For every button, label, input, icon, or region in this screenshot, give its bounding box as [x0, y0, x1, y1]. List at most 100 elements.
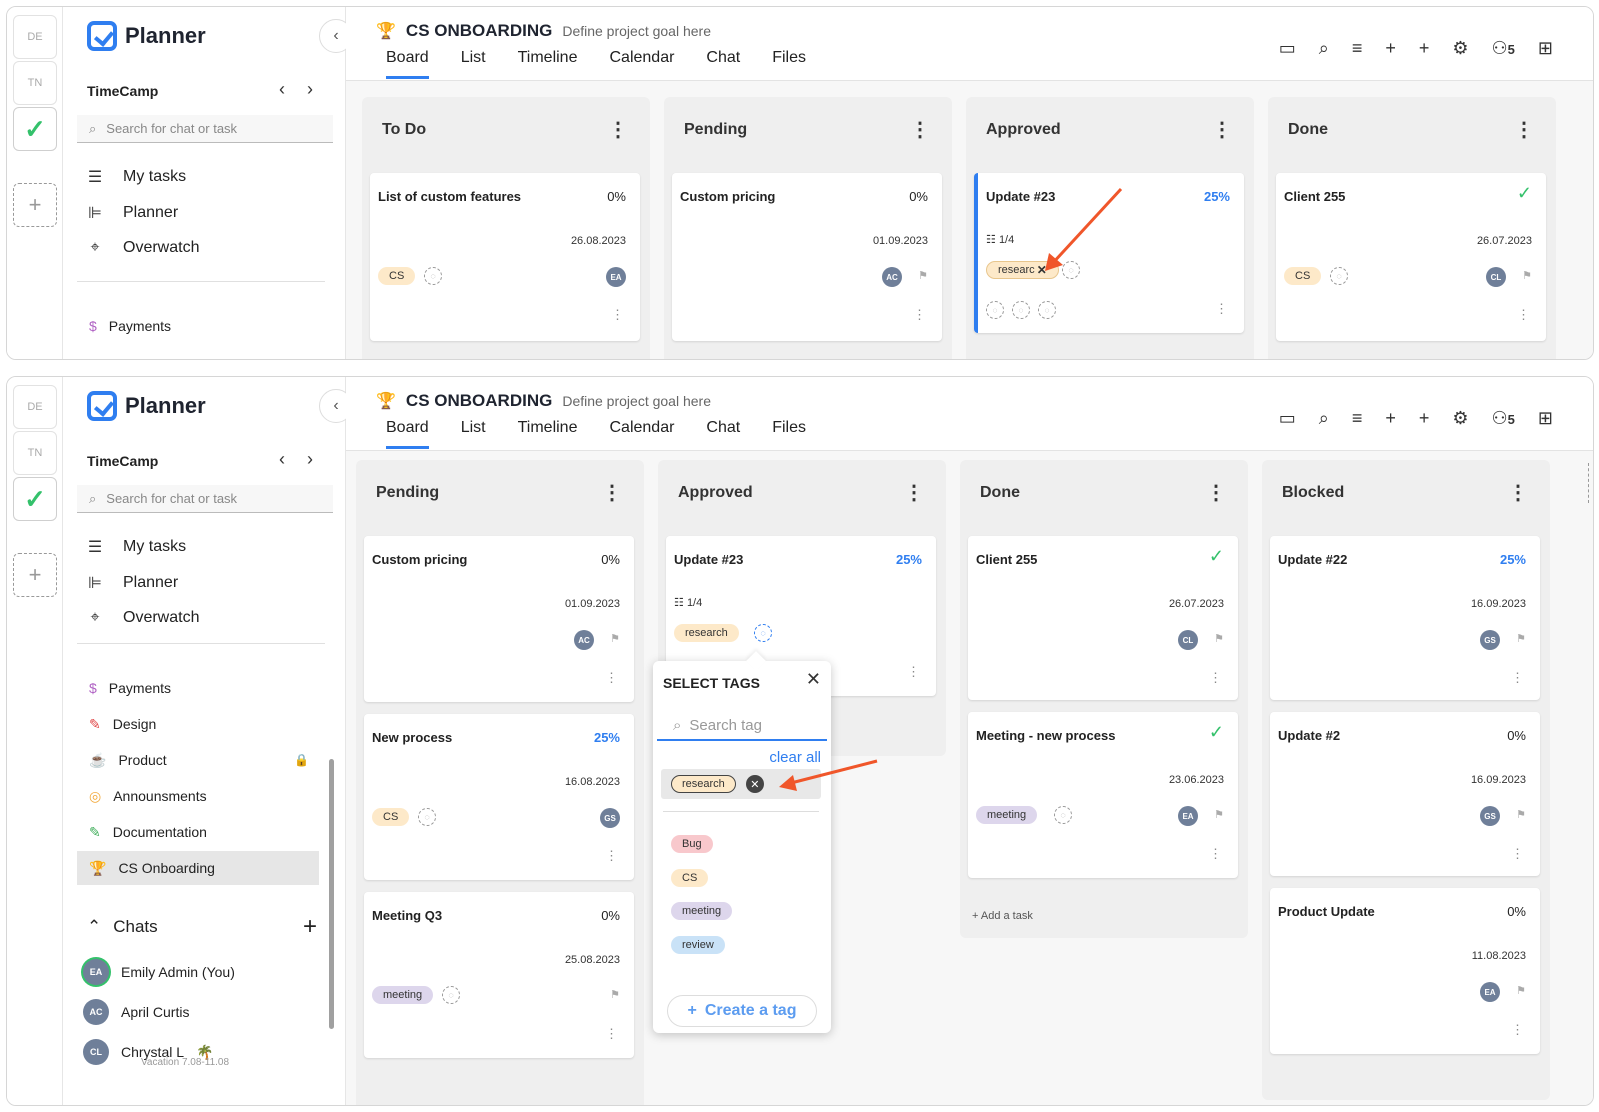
tab-timeline[interactable]: Timeline	[518, 419, 578, 449]
tab-files[interactable]: Files	[772, 49, 806, 79]
workspace-de[interactable]: DE	[13, 385, 57, 429]
nav-planner[interactable]: ⊫ Planner	[83, 203, 178, 223]
add-workspace-button[interactable]: +	[13, 553, 57, 597]
nav-my-tasks[interactable]: ☰ My tasks	[83, 537, 186, 557]
nav-planner[interactable]: ⊫ Planner	[83, 573, 178, 593]
avatar[interactable]: EA	[606, 267, 626, 287]
tag-option-meeting[interactable]: meeting	[671, 902, 733, 920]
avatar[interactable]: EA	[1178, 806, 1198, 826]
filter-icon[interactable]: ≡	[1352, 38, 1363, 59]
add-tag-icon[interactable]: ◌	[424, 267, 442, 285]
workspace-de[interactable]: DE	[13, 15, 57, 59]
card-menu-icon[interactable]: ⋮	[605, 1026, 618, 1042]
card-menu-icon[interactable]: ⋮	[1517, 307, 1530, 323]
flag-icon[interactable]: ⚑	[610, 632, 620, 645]
task-card[interactable]: Client 255 ✓ 26.07.2023 CL ⚑ ⋮	[968, 536, 1238, 700]
project-goal[interactable]: Define project goal here	[562, 393, 711, 409]
avatar[interactable]: GS	[1480, 630, 1500, 650]
card-menu-icon[interactable]: ⋮	[913, 307, 926, 323]
subtask-count[interactable]: ☷ 1/4	[674, 596, 702, 609]
avatar[interactable]: GS	[600, 808, 620, 828]
chevron-right-icon[interactable]: ›	[307, 79, 313, 100]
flag-icon[interactable]: ⚑	[918, 269, 928, 282]
video-call-icon[interactable]: ▭	[1279, 38, 1296, 59]
nav-my-tasks[interactable]: ☰ My tasks	[83, 167, 186, 187]
avatar[interactable]: EA	[1480, 982, 1500, 1002]
flag-icon[interactable]: ⚑	[1214, 632, 1224, 645]
subtask-count[interactable]: ☷ 1/4	[986, 233, 1014, 246]
add-tag-icon[interactable]: ◌	[418, 808, 436, 826]
selected-tag-chip[interactable]: research	[671, 775, 736, 793]
tab-chat[interactable]: Chat	[706, 419, 740, 449]
avatar[interactable]: GS	[1480, 806, 1500, 826]
search-icon[interactable]: ⌕	[1319, 408, 1329, 429]
task-card[interactable]: List of custom features 0% 26.08.2023 CS…	[370, 173, 640, 341]
assign-user-icon[interactable]: ◌	[986, 301, 1004, 319]
remove-tag-icon[interactable]: ✕	[1037, 263, 1047, 277]
column-menu-icon[interactable]: ⋮	[1508, 480, 1528, 505]
task-card[interactable]: New process 25% 16.08.2023 CS ◌ GS ⋮	[364, 714, 634, 880]
chevron-right-icon[interactable]: ›	[307, 449, 313, 470]
card-menu-icon[interactable]: ⋮	[605, 670, 618, 686]
column-menu-icon[interactable]: ⋮	[1206, 480, 1226, 505]
add-icon[interactable]: +	[1385, 38, 1396, 59]
clear-all-link[interactable]: clear all	[769, 749, 821, 766]
integrations-icon[interactable]: ⊞	[1538, 38, 1553, 59]
task-card[interactable]: Meeting Q3 0% 25.08.2023 meeting ◌ ⚑ ⋮	[364, 892, 634, 1058]
avatar[interactable]: AC	[882, 267, 902, 287]
project-product[interactable]: ☕ Product 🔒	[77, 743, 319, 777]
add-chat-icon[interactable]: +	[303, 913, 317, 941]
tab-calendar[interactable]: Calendar	[609, 49, 674, 79]
task-card[interactable]: Update #2 0% 16.09.2023 GS ⚑ ⋮	[1270, 712, 1540, 876]
avatar[interactable]: CL	[1178, 630, 1198, 650]
flag-icon[interactable]: ⚑	[1516, 808, 1526, 821]
avatar[interactable]: CL	[1486, 267, 1506, 287]
settings-gear-icon[interactable]: ⚙	[1452, 38, 1468, 59]
card-menu-icon[interactable]: ⋮	[1511, 846, 1524, 862]
sidebar-scrollbar[interactable]	[329, 759, 334, 1029]
card-menu-icon[interactable]: ⋮	[1215, 301, 1228, 317]
remove-tag-icon[interactable]: ✕	[745, 775, 764, 793]
flag-icon[interactable]: ⚑	[610, 988, 620, 1001]
column-menu-icon[interactable]: ⋮	[910, 117, 930, 142]
card-menu-icon[interactable]: ⋮	[1511, 670, 1524, 686]
flag-icon[interactable]: ⚑	[1516, 632, 1526, 645]
tab-list[interactable]: List	[461, 419, 486, 449]
column-menu-icon[interactable]: ⋮	[1514, 117, 1534, 142]
card-menu-icon[interactable]: ⋮	[1209, 846, 1222, 862]
project-payments[interactable]: $ Payments	[77, 671, 319, 705]
chats-header[interactable]: ⌃ Chats +	[87, 913, 317, 941]
chevron-left-icon[interactable]: ‹	[279, 449, 285, 470]
project-documentation[interactable]: ✎ Documentation	[77, 815, 319, 849]
task-card[interactable]: Update #22 25% 16.09.2023 GS ⚑ ⋮	[1270, 536, 1540, 700]
task-card[interactable]: Meeting - new process ✓ 23.06.2023 meeti…	[968, 712, 1238, 878]
workspace-timecamp[interactable]: ✓	[13, 477, 57, 521]
chat-item[interactable]: CL Chrystal L 🌴 Vacation 7.08-11.08	[83, 1039, 229, 1068]
workspace-tn[interactable]: TN	[13, 61, 57, 105]
tab-timeline[interactable]: Timeline	[518, 49, 578, 79]
add-tag-icon[interactable]: ◌	[1062, 261, 1080, 279]
chevron-left-icon[interactable]: ‹	[279, 79, 285, 100]
tag-search-input[interactable]: ⌕ Search tag	[657, 711, 827, 741]
tab-board[interactable]: Board	[386, 49, 429, 79]
chat-item[interactable]: EA Emily Admin (You)	[83, 959, 235, 985]
card-menu-icon[interactable]: ⋮	[1511, 1022, 1524, 1038]
search-icon[interactable]: ⌕	[1319, 38, 1329, 59]
tab-chat[interactable]: Chat	[706, 49, 740, 79]
add-tag-icon[interactable]: ◌	[442, 986, 460, 1004]
video-call-icon[interactable]: ▭	[1279, 408, 1296, 429]
task-card[interactable]: Custom pricing 0% 01.09.2023 AC ⚑ ⋮	[672, 173, 942, 341]
members-button[interactable]: ⚇5	[1492, 38, 1515, 59]
add-tag-icon[interactable]: ◌	[754, 624, 772, 642]
tag-option-cs[interactable]: CS	[671, 869, 709, 887]
avatar[interactable]: AC	[574, 630, 594, 650]
tag-option-review[interactable]: review	[671, 936, 725, 954]
task-card-selected[interactable]: Update #23 25% ☷ 1/4 researc ✕ ◌ ◌ ◌ ◌ ⋮	[974, 173, 1244, 333]
project-design[interactable]: ✎ Design	[77, 707, 319, 741]
task-card[interactable]: Client 255 ✓ 26.07.2023 CS ◌ CL ⚑ ⋮	[1276, 173, 1546, 341]
column-menu-icon[interactable]: ⋮	[608, 117, 628, 142]
integrations-icon[interactable]: ⊞	[1538, 408, 1553, 429]
flag-icon[interactable]: ⚑	[1516, 984, 1526, 997]
add-column-icon[interactable]: +	[1419, 408, 1430, 429]
add-tag-icon[interactable]: ◌	[1054, 806, 1072, 824]
